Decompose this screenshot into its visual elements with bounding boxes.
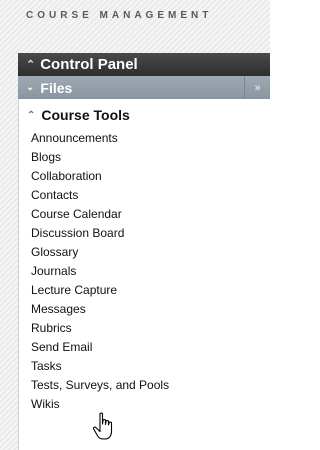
tool-link-discussion-board[interactable]: Discussion Board [31,224,169,243]
course-management-panel: COURSE MANAGEMENT ⌃ Control Panel ⌄ File… [0,0,270,450]
course-tools-label: Course Tools [41,107,130,123]
control-panel-label: Control Panel [40,56,138,73]
control-panel-header[interactable]: ⌃ Control Panel [18,53,270,76]
files-label: Files [40,79,73,96]
tool-link-rubrics[interactable]: Rubrics [31,319,169,338]
tool-link-journals[interactable]: Journals [31,262,169,281]
chevron-up-icon: ⌃ [26,59,36,71]
tool-link-contacts[interactable]: Contacts [31,186,169,205]
tool-link-blogs[interactable]: Blogs [31,148,169,167]
tool-link-tests-surveys-pools[interactable]: Tests, Surveys, and Pools [31,376,169,395]
tool-link-announcements[interactable]: Announcements [31,129,169,148]
course-tools-list: Announcements Blogs Collaboration Contac… [31,129,169,414]
tool-link-lecture-capture[interactable]: Lecture Capture [31,281,169,300]
tool-link-send-email[interactable]: Send Email [31,338,169,357]
double-chevron-right-icon[interactable]: » [244,76,270,99]
chevron-up-icon: ⌃ [27,109,36,121]
hand-pointer-icon [92,412,113,440]
tool-link-collaboration[interactable]: Collaboration [31,167,169,186]
files-menu-item[interactable]: ⌄ Files » [18,76,270,99]
tool-link-messages[interactable]: Messages [31,300,169,319]
tool-link-tasks[interactable]: Tasks [31,357,169,376]
tool-link-glossary[interactable]: Glossary [31,243,169,262]
tool-link-course-calendar[interactable]: Course Calendar [31,205,169,224]
course-tools-header[interactable]: ⌃ Course Tools [27,105,130,125]
chevron-down-icon: ⌄ [26,82,35,93]
course-tools-section: ⌃ Course Tools Announcements Blogs Colla… [18,99,270,450]
module-title: COURSE MANAGEMENT [26,10,213,21]
